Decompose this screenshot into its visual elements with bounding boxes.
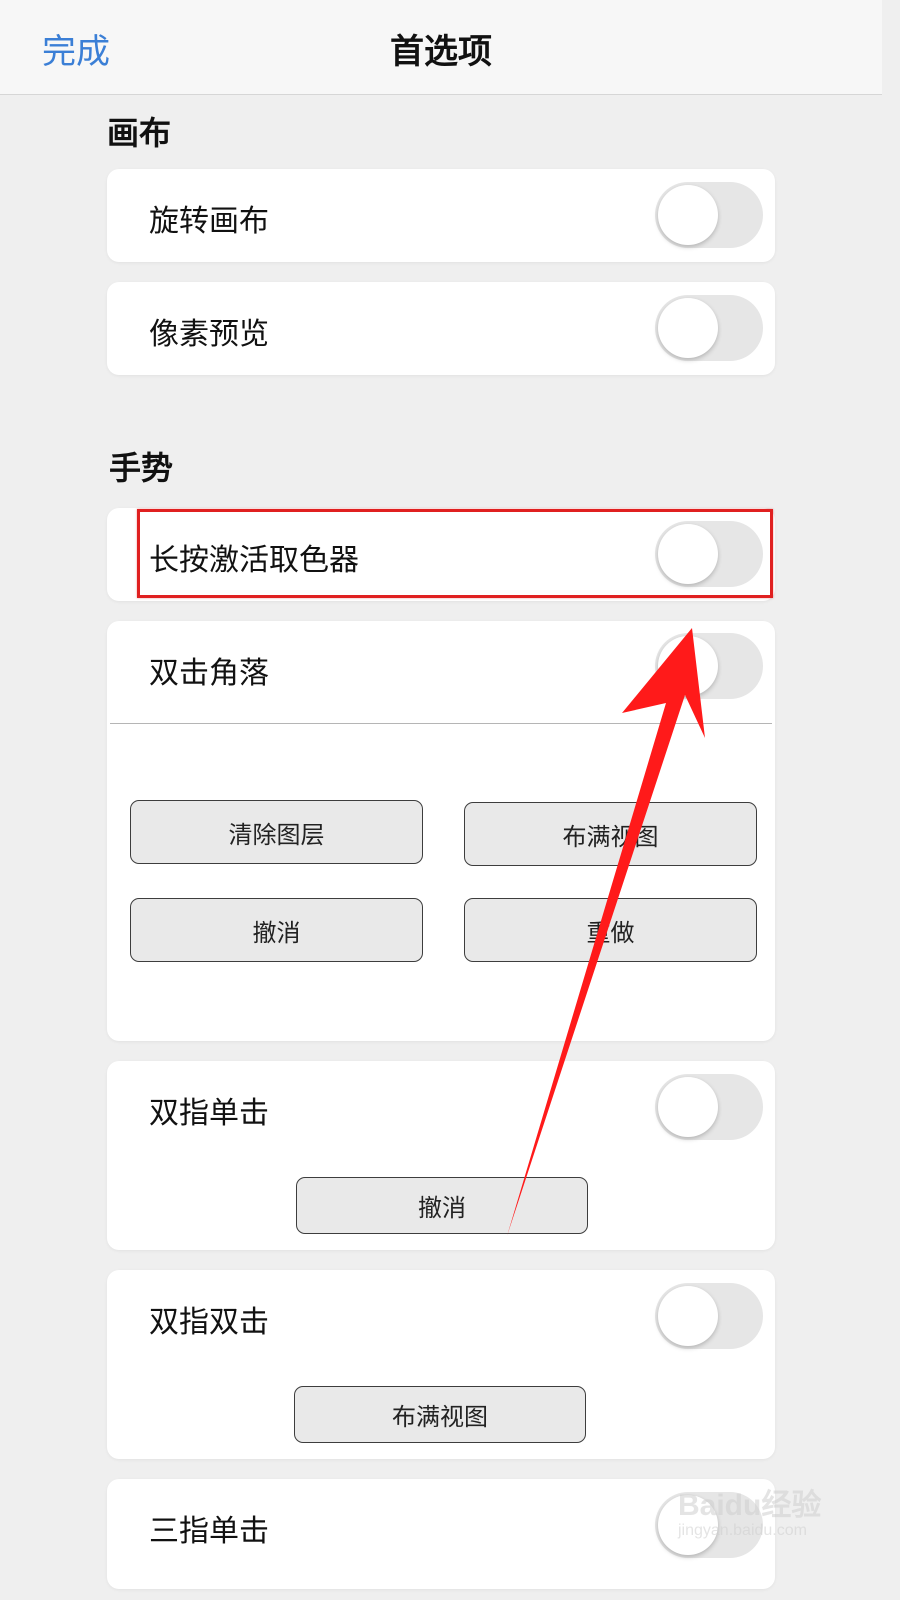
toggle-knob: [658, 524, 718, 584]
divider: [110, 723, 772, 724]
setting-label: 双指双击: [149, 1305, 269, 1340]
setting-card-double-tap-corner: 双击角落 清除图层 布满视图 撤消 重做: [107, 621, 775, 1041]
toggle-knob: [658, 298, 718, 358]
setting-row-three-finger-tap: 三指单击: [107, 1479, 775, 1589]
toggle-knob: [658, 1077, 718, 1137]
three-finger-tap-toggle[interactable]: [655, 1492, 763, 1558]
rotate-canvas-toggle[interactable]: [655, 182, 763, 248]
section-title-gestures: 手势: [109, 449, 174, 487]
setting-label: 双指单击: [149, 1096, 269, 1131]
setting-row-pixel-preview: 像素预览: [107, 282, 775, 375]
toggle-knob: [658, 185, 718, 245]
section-title-canvas: 画布: [107, 114, 172, 152]
double-tap-corner-toggle[interactable]: [655, 633, 763, 699]
long-press-color-picker-toggle[interactable]: [655, 521, 763, 587]
toggle-knob: [658, 1286, 718, 1346]
setting-row-long-press-color-picker: 长按激活取色器: [107, 508, 775, 601]
two-finger-tap-toggle[interactable]: [655, 1074, 763, 1140]
page-title: 首选项: [390, 32, 492, 72]
setting-label: 双击角落: [149, 656, 269, 691]
toggle-knob: [658, 636, 718, 696]
navigation-bar: 完成 首选项: [0, 0, 882, 95]
setting-label: 旋转画布: [149, 204, 269, 239]
two-finger-double-tap-action-button[interactable]: 布满视图: [294, 1386, 586, 1443]
setting-row-rotate-canvas: 旋转画布: [107, 169, 775, 262]
setting-label: 像素预览: [149, 317, 269, 352]
corner-fit-view-button[interactable]: 布满视图: [464, 802, 757, 866]
pixel-preview-toggle[interactable]: [655, 295, 763, 361]
corner-clear-layer-button[interactable]: 清除图层: [130, 800, 423, 864]
setting-card-two-finger-tap: 双指单击 撤消: [107, 1061, 775, 1250]
corner-redo-button[interactable]: 重做: [464, 898, 757, 962]
setting-card-two-finger-double-tap: 双指双击 布满视图: [107, 1270, 775, 1459]
setting-label: 长按激活取色器: [149, 543, 359, 578]
setting-label: 三指单击: [149, 1514, 269, 1549]
corner-undo-button[interactable]: 撤消: [130, 898, 423, 962]
toggle-knob: [658, 1495, 718, 1555]
two-finger-double-tap-toggle[interactable]: [655, 1283, 763, 1349]
two-finger-tap-action-button[interactable]: 撤消: [296, 1177, 588, 1234]
